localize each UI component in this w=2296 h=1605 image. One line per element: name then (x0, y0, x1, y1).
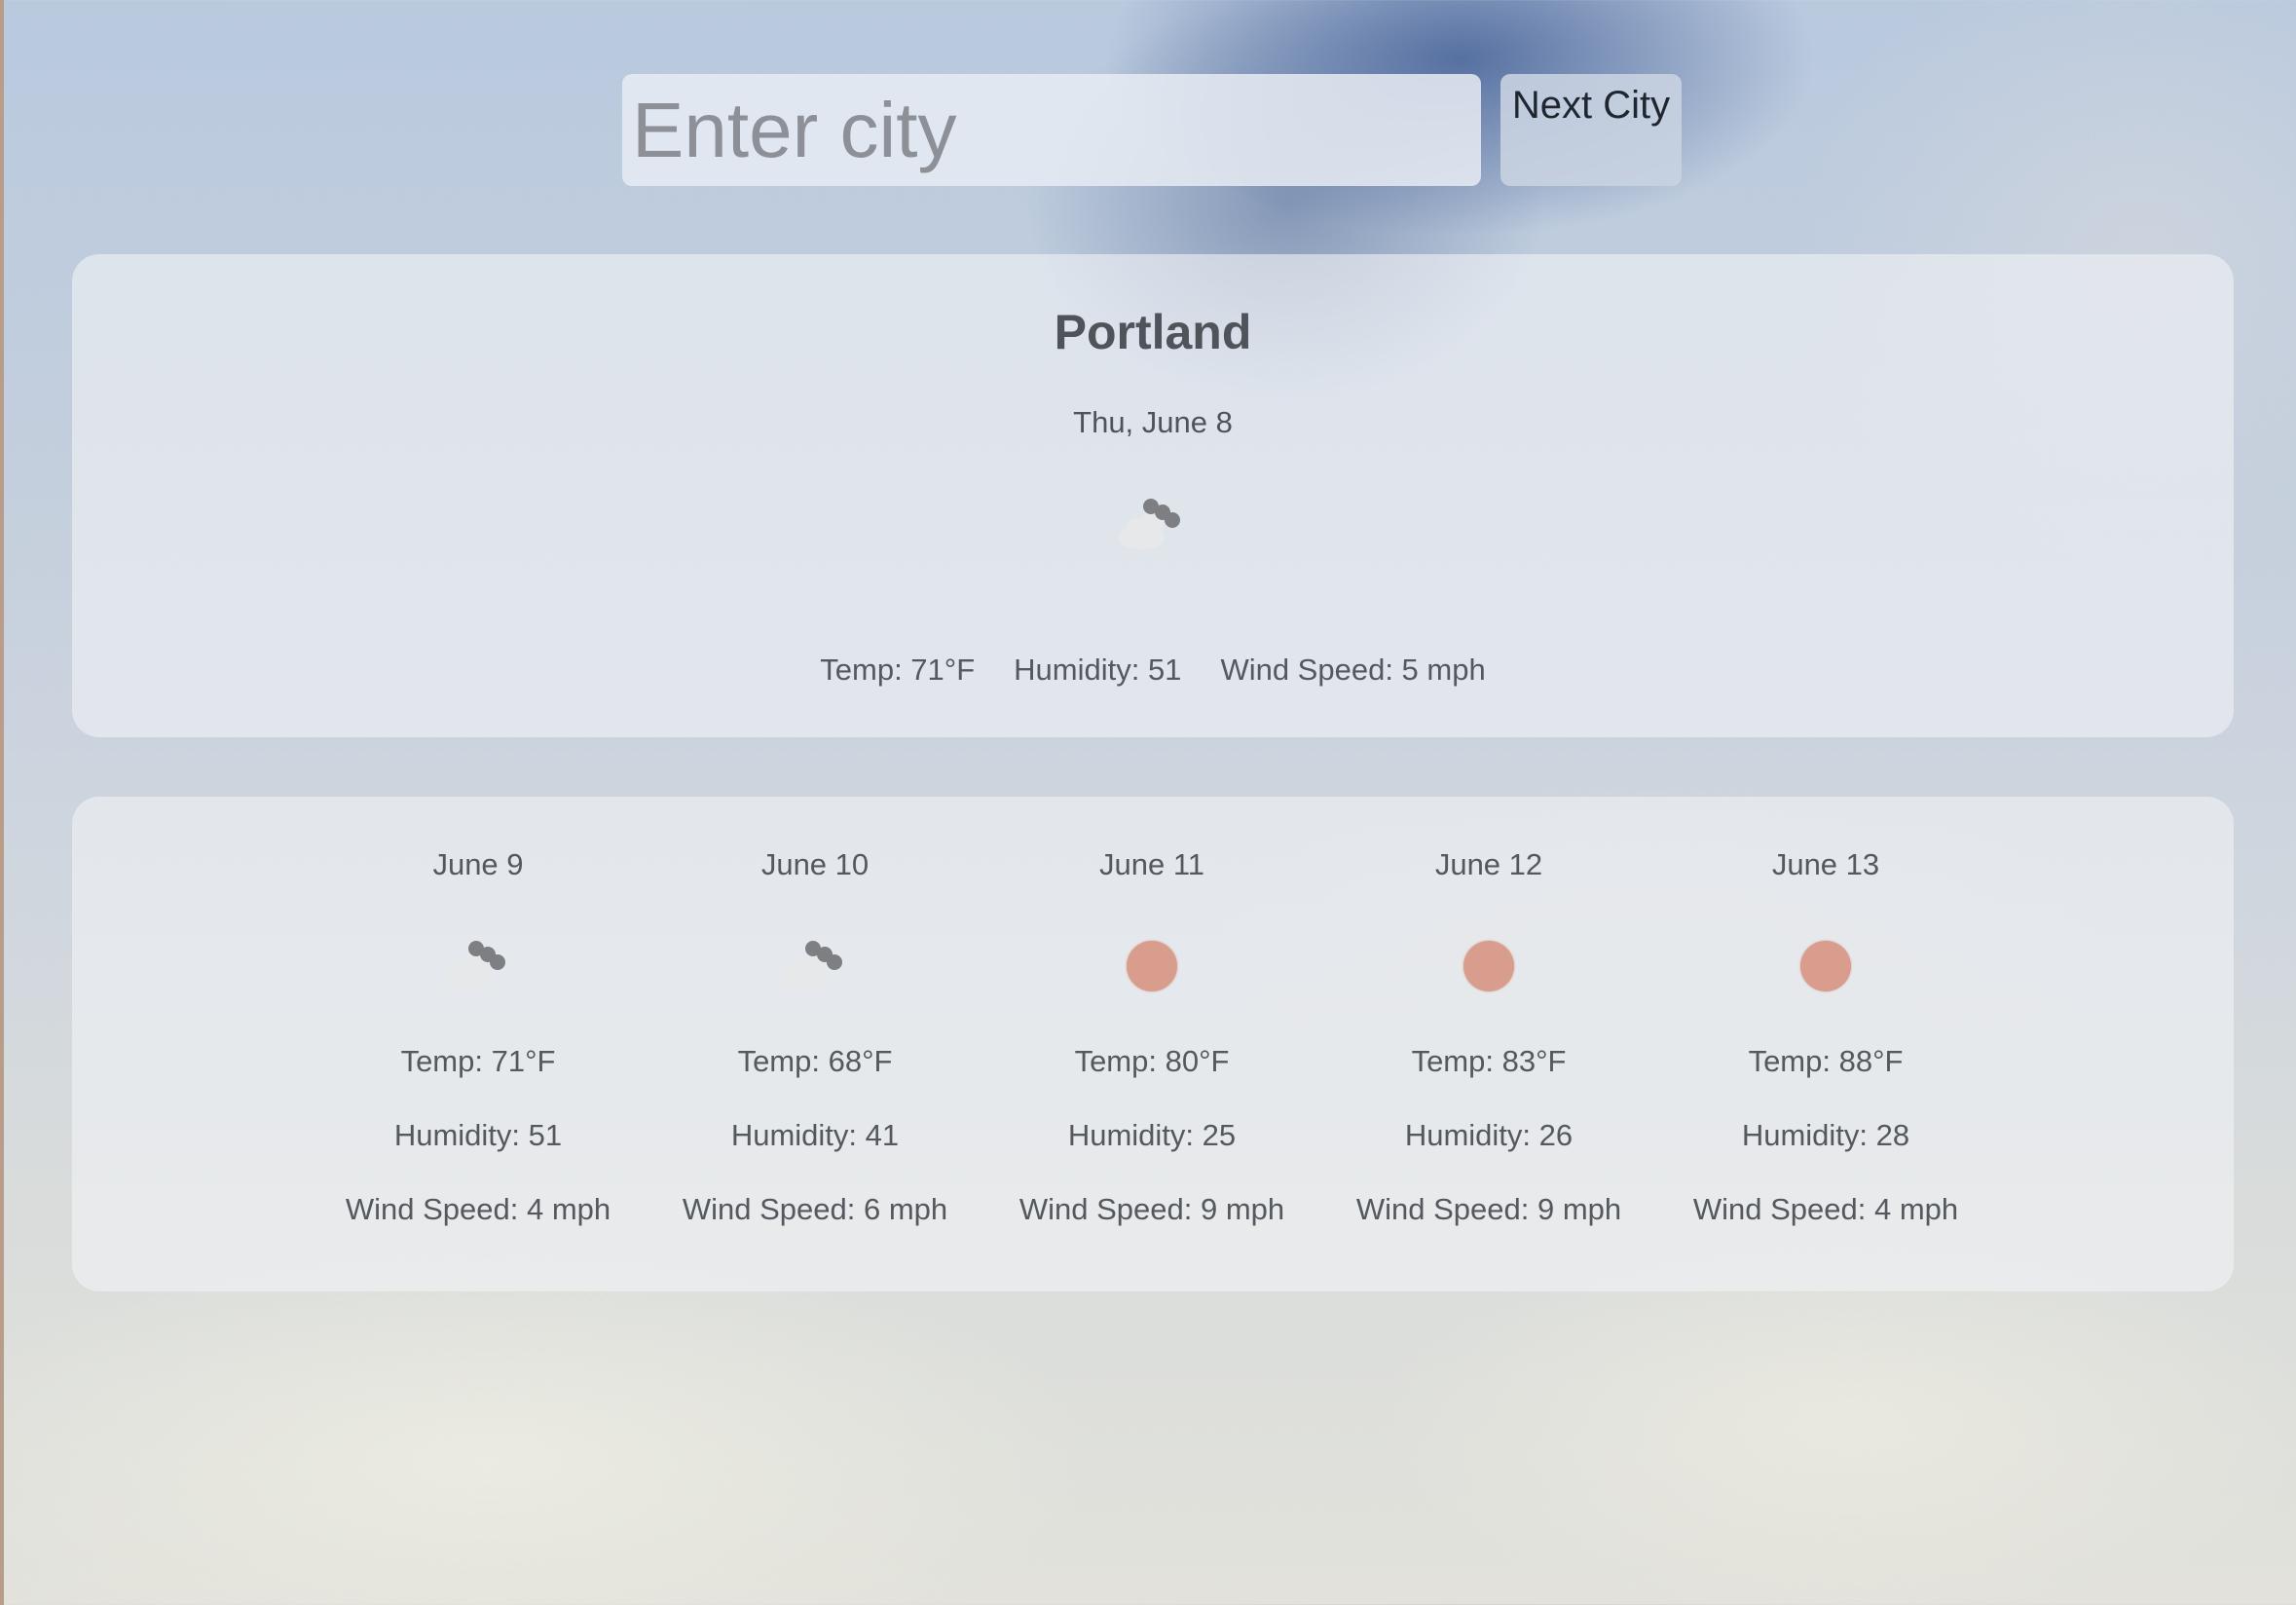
forecast-day: June 13 Temp: 88°F Humidity: 28 Wind Spe… (1657, 845, 1994, 1229)
cloudy-icon (441, 939, 515, 993)
forecast-day: June 11 Temp: 80°F Humidity: 25 Wind Spe… (983, 845, 1320, 1229)
cloudy-icon (778, 939, 852, 993)
forecast-wind: Wind Speed: 4 mph (345, 1192, 611, 1226)
forecast-humidity: Humidity: 25 (1067, 1118, 1237, 1152)
forecast-day: June 9 Temp: 71°F Humidity: 51 Wind Spee… (310, 845, 647, 1229)
city-search-input[interactable] (622, 74, 1481, 186)
forecast-day: June 12 Temp: 83°F Humidity: 26 Wind Spe… (1320, 845, 1657, 1229)
current-date: Thu, June 8 (1073, 405, 1233, 439)
city-name: Portland (1054, 305, 1252, 359)
forecast-temp: Temp: 71°F (400, 1044, 556, 1078)
forecast-date: June 11 (1098, 847, 1204, 881)
forecast-day: June 10 Temp: 68°F Humidity: 41 Wind Spe… (647, 845, 983, 1229)
current-humidity: Humidity: 51 (1014, 653, 1182, 687)
current-temp: Temp: 71°F (820, 653, 976, 687)
forecast-wind: Wind Speed: 6 mph (682, 1192, 948, 1226)
next-city-button[interactable]: Next City (1500, 74, 1682, 186)
forecast-temp: Temp: 80°F (1074, 1044, 1230, 1078)
forecast-temp: Temp: 83°F (1411, 1044, 1567, 1078)
current-wind: Wind Speed: 5 mph (1220, 653, 1486, 687)
sun-icon (1452, 939, 1526, 993)
search-bar: Next City (622, 74, 1682, 186)
forecast-temp: Temp: 88°F (1748, 1044, 1904, 1078)
forecast-wind: Wind Speed: 9 mph (1355, 1192, 1622, 1226)
forecast-humidity: Humidity: 41 (730, 1118, 900, 1152)
forecast-row: June 9 Temp: 71°F Humidity: 51 Wind Spee… (310, 845, 1994, 1229)
forecast-date: June 13 (1771, 847, 1880, 881)
forecast-wind: Wind Speed: 9 mph (1018, 1192, 1285, 1226)
sun-icon (1789, 939, 1863, 993)
forecast-date: June 10 (760, 847, 870, 881)
sun-icon (1115, 939, 1189, 993)
cloudy-icon (1116, 497, 1190, 551)
forecast-humidity: Humidity: 28 (1741, 1118, 1910, 1152)
forecast-humidity: Humidity: 26 (1404, 1118, 1574, 1152)
current-stats: Temp: 71°F Humidity: 51 Wind Speed: 5 mp… (0, 653, 2296, 688)
forecast-date: June 12 (1434, 847, 1543, 881)
forecast-date: June 9 (432, 847, 524, 881)
window-edge (0, 0, 4, 1605)
forecast-wind: Wind Speed: 4 mph (1692, 1192, 1959, 1226)
forecast-temp: Temp: 68°F (737, 1044, 893, 1078)
forecast-humidity: Humidity: 51 (393, 1118, 563, 1152)
